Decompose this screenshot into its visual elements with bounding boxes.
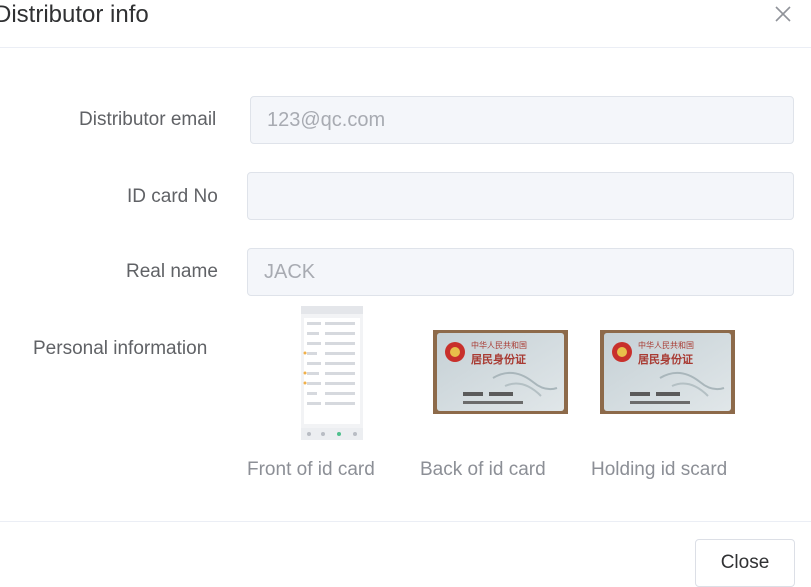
personal-info-label: Personal information	[33, 338, 208, 359]
card-title-text: 中华人民共和国	[471, 340, 527, 350]
close-button[interactable]: Close	[695, 539, 795, 587]
email-label: Distributor email	[79, 109, 217, 130]
card-title-text: 中华人民共和国	[638, 340, 694, 350]
front-id-card-image[interactable]	[301, 306, 363, 440]
dialog-title: Distributor info	[0, 1, 149, 28]
dialog-header: Distributor info	[0, 0, 811, 48]
holding-id-card-image[interactable]: 中华人民共和国 居民身份证	[600, 330, 735, 414]
email-field[interactable]	[250, 96, 794, 144]
id-card-label: ID card No	[127, 186, 218, 207]
close-icon[interactable]	[773, 4, 793, 24]
front-id-card-caption: Front of id card	[247, 459, 375, 480]
id-card-field[interactable]	[247, 172, 794, 220]
footer-divider	[0, 521, 811, 522]
back-id-card-caption: Back of id card	[420, 459, 546, 480]
holding-id-card-caption: Holding id scard	[591, 459, 728, 480]
card-subtitle-text: 居民身份证	[638, 352, 693, 366]
card-subtitle-text: 居民身份证	[471, 352, 526, 366]
real-name-field[interactable]	[247, 248, 794, 296]
back-id-card-image[interactable]: 中华人民共和国 居民身份证	[433, 330, 568, 414]
real-name-label: Real name	[126, 261, 218, 282]
